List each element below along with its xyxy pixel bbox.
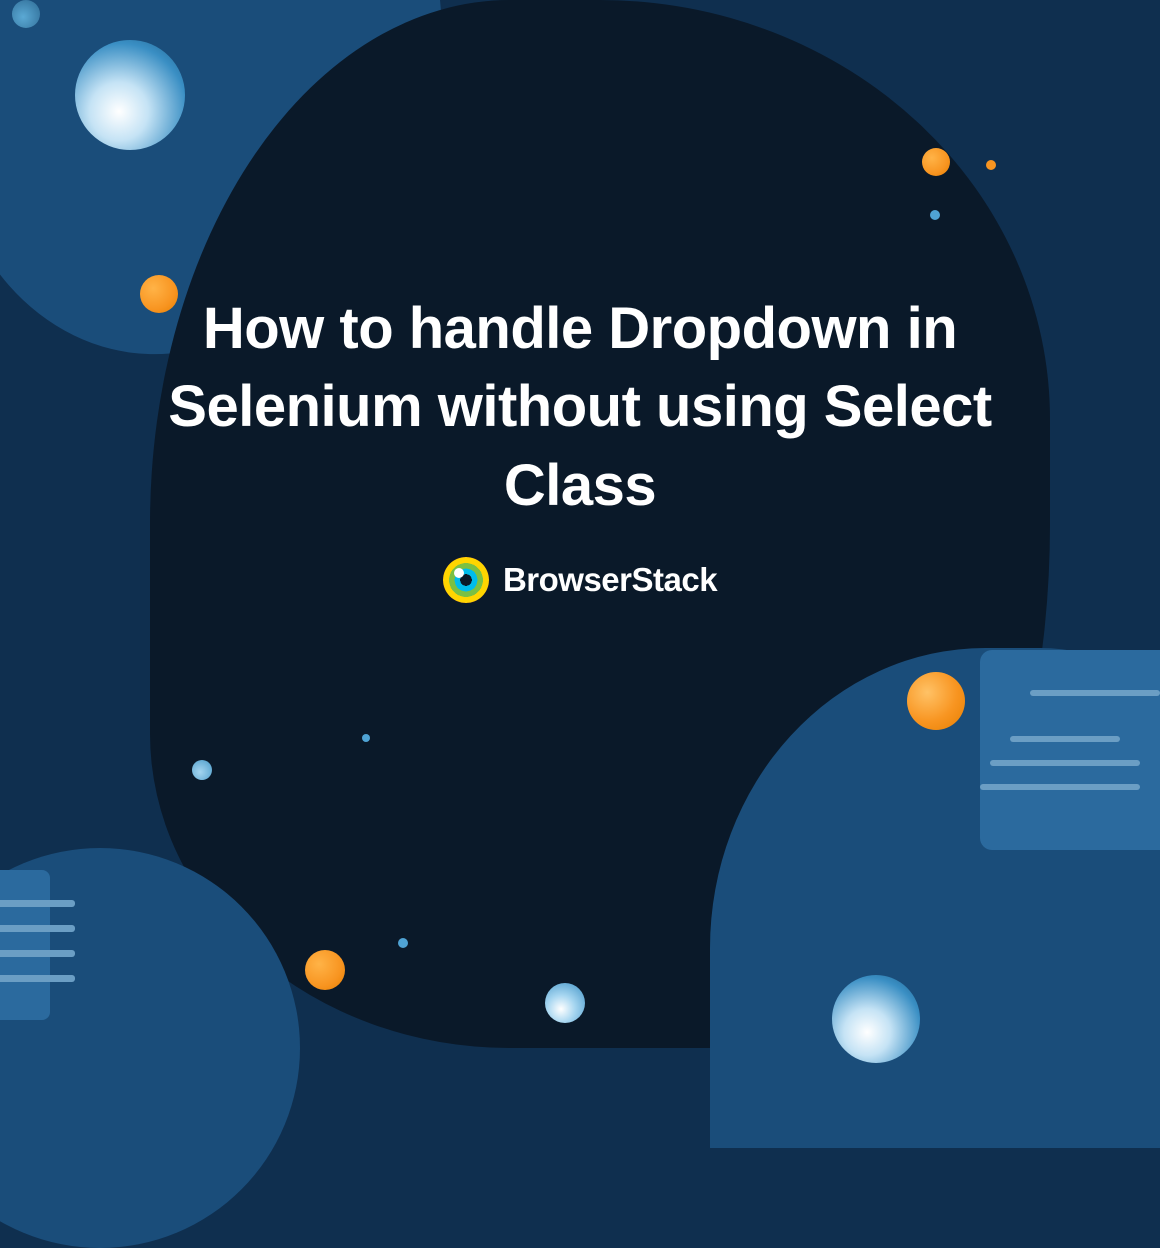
decorative-line-icon [0,950,75,957]
decorative-circle-icon [12,0,40,28]
decorative-circle-icon [907,672,965,730]
decorative-line-icon [0,925,75,932]
decorative-lines-left [0,900,75,1000]
decorative-dot-icon [362,734,370,742]
decorative-circle-icon [192,760,212,780]
decorative-line-icon [1010,736,1120,742]
decorative-line-icon [1030,690,1160,696]
page-title: How to handle Dropdown in Selenium witho… [0,290,1160,525]
decorative-lines-right [980,690,1160,808]
decorative-line-icon [990,760,1140,766]
decorative-line-icon [980,784,1140,790]
decorative-dot-icon [398,938,408,948]
decorative-circle-icon [545,983,585,1023]
decorative-dot-icon [986,160,996,170]
decorative-circle-icon [922,148,950,176]
browserstack-logo-icon [443,557,489,603]
decorative-circle-icon [832,975,920,1063]
decorative-dot-icon [930,210,940,220]
brand-name: BrowserStack [503,561,717,599]
decorative-circle-icon [305,950,345,990]
decorative-circle-icon [75,40,185,150]
hero-content: How to handle Dropdown in Selenium witho… [0,290,1160,603]
decorative-line-icon [0,900,75,907]
decorative-line-icon [0,975,75,982]
brand-row: BrowserStack [0,557,1160,603]
